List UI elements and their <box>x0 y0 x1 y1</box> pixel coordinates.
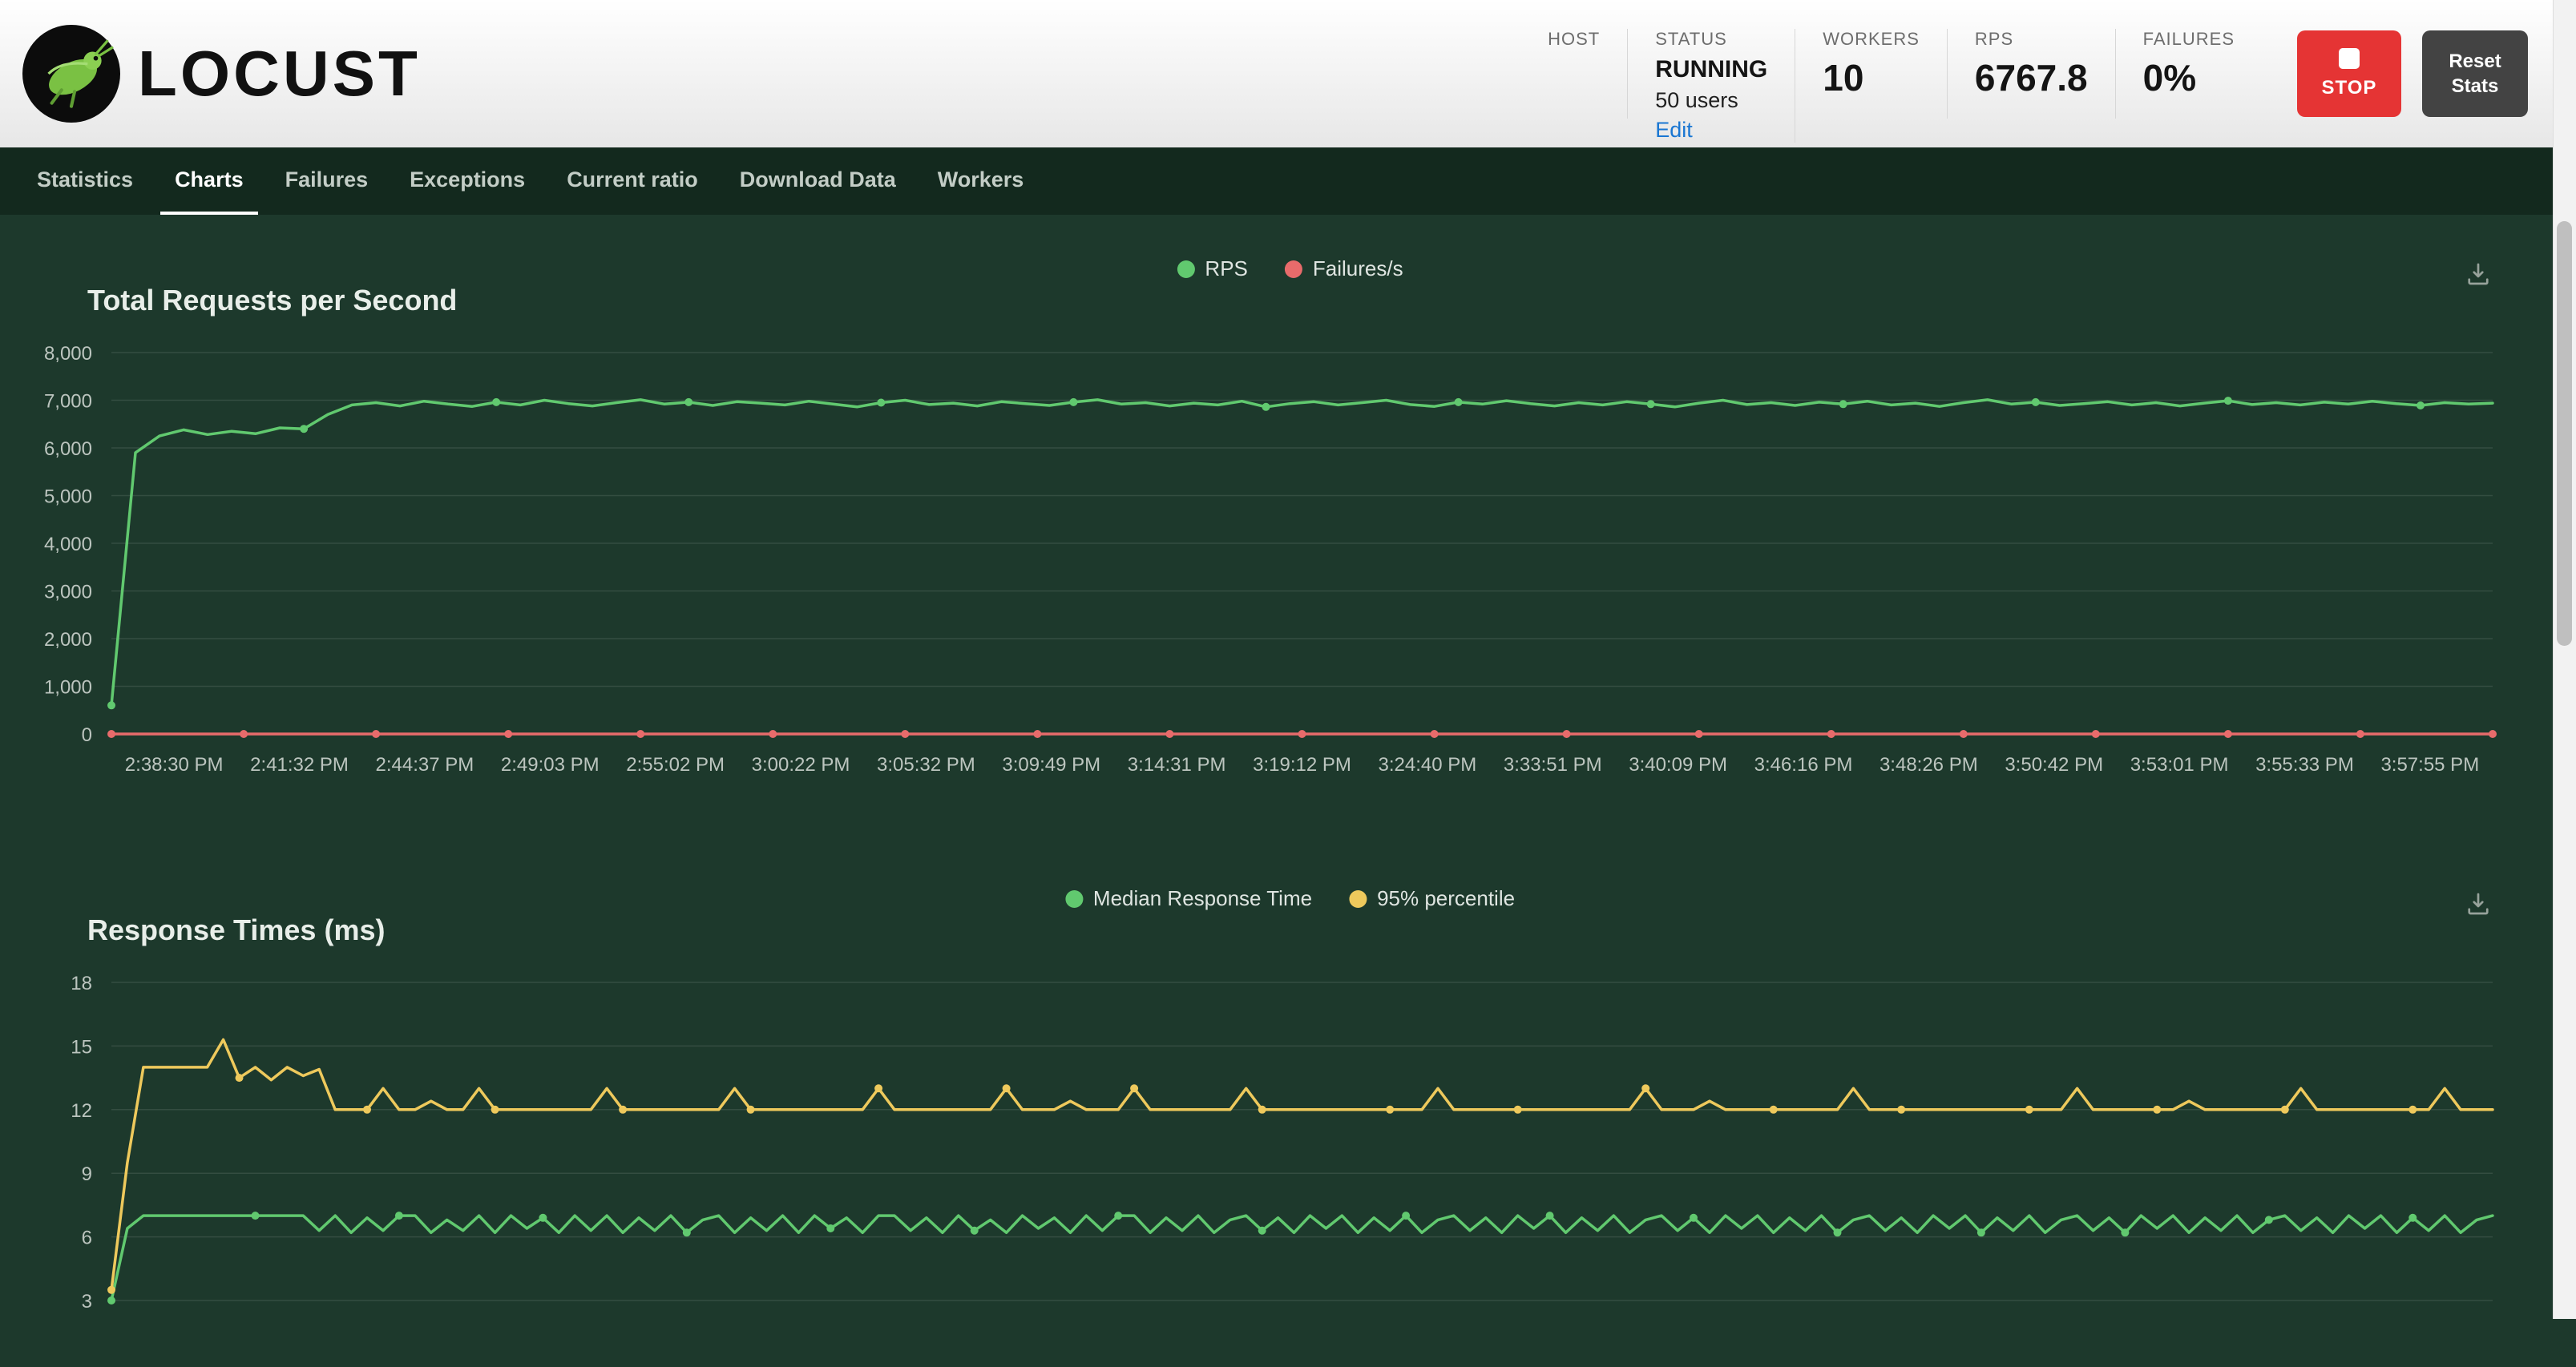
svg-text:1,000: 1,000 <box>44 677 92 699</box>
stat-host: HOST <box>1520 29 1628 119</box>
svg-text:2:55:02 PM: 2:55:02 PM <box>626 754 725 776</box>
svg-text:2:41:32 PM: 2:41:32 PM <box>250 754 349 776</box>
rps-chart-section: Total Requests per Second RPS Failures/s… <box>0 253 2576 811</box>
stat-status: STATUS RUNNING 50 users Edit <box>1628 29 1795 143</box>
svg-text:3: 3 <box>82 1291 92 1313</box>
svg-text:3:09:49 PM: 3:09:49 PM <box>1002 754 1100 776</box>
download-icon[interactable] <box>2464 889 2493 922</box>
legend-item-median[interactable]: Median Response Time <box>1065 886 1312 911</box>
svg-text:3:40:09 PM: 3:40:09 PM <box>1629 754 1727 776</box>
svg-text:3:24:40 PM: 3:24:40 PM <box>1378 754 1476 776</box>
svg-text:5,000: 5,000 <box>44 486 92 508</box>
reset-stats-button[interactable]: Reset Stats <box>2422 30 2528 117</box>
response-times-chart-section: Response Times (ms) Median Response Time… <box>0 883 2576 1367</box>
failures-value: 0% <box>2143 56 2235 99</box>
tab-exceptions[interactable]: Exceptions <box>395 147 539 215</box>
charts-page: Total Requests per Second RPS Failures/s… <box>0 215 2576 1367</box>
page-scrollbar[interactable] <box>2553 0 2576 1319</box>
nav-bar: Statistics Charts Failures Exceptions Cu… <box>0 147 2576 215</box>
svg-text:4,000: 4,000 <box>44 534 92 555</box>
rps-chart-header: Total Requests per Second RPS Failures/s <box>87 253 2493 317</box>
svg-text:15: 15 <box>71 1036 92 1058</box>
edit-users-link[interactable]: Edit <box>1655 118 1767 143</box>
svg-text:3:14:31 PM: 3:14:31 PM <box>1128 754 1226 776</box>
svg-text:3:46:16 PM: 3:46:16 PM <box>1754 754 1853 776</box>
stop-icon <box>2339 48 2360 69</box>
svg-text:3:48:26 PM: 3:48:26 PM <box>1880 754 1978 776</box>
workers-label: WORKERS <box>1823 29 1920 50</box>
svg-text:3:05:32 PM: 3:05:32 PM <box>877 754 975 776</box>
legend-item-p95[interactable]: 95% percentile <box>1349 886 1515 911</box>
svg-text:3:33:51 PM: 3:33:51 PM <box>1504 754 1602 776</box>
svg-text:2:38:30 PM: 2:38:30 PM <box>125 754 224 776</box>
svg-text:3:50:42 PM: 3:50:42 PM <box>2005 754 2103 776</box>
tab-download-data[interactable]: Download Data <box>725 147 910 215</box>
svg-text:3:53:01 PM: 3:53:01 PM <box>2130 754 2229 776</box>
svg-text:2:49:03 PM: 2:49:03 PM <box>501 754 600 776</box>
stat-rps: RPS 6767.8 <box>1948 29 2116 119</box>
tab-statistics[interactable]: Statistics <box>22 147 147 215</box>
response-chart-legend: Median Response Time 95% percentile <box>1065 886 1515 911</box>
svg-text:3:00:22 PM: 3:00:22 PM <box>752 754 850 776</box>
workers-value: 10 <box>1823 56 1920 99</box>
host-label: HOST <box>1548 29 1600 50</box>
rps-plot[interactable]: 8,000 7,000 6,000 5,000 4,000 3,000 2,000 1,000… <box>0 321 2576 811</box>
scrollbar-thumb[interactable] <box>2557 221 2572 646</box>
median-legend-dot <box>1065 890 1083 908</box>
svg-text:7,000: 7,000 <box>44 391 92 413</box>
tab-workers[interactable]: Workers <box>923 147 1039 215</box>
response-chart-title: Response Times (ms) <box>87 913 385 947</box>
svg-text:2,000: 2,000 <box>44 629 92 651</box>
legend-item-failures[interactable]: Failures/s <box>1285 256 1403 281</box>
svg-text:9: 9 <box>82 1163 92 1185</box>
svg-text:3,000: 3,000 <box>44 582 92 603</box>
svg-text:18: 18 <box>71 973 92 994</box>
rps-label: RPS <box>1975 29 2088 50</box>
stat-workers: WORKERS 10 <box>1795 29 1948 119</box>
rps-chart-legend: RPS Failures/s <box>1177 256 1403 281</box>
status-value: RUNNING <box>1655 56 1767 83</box>
download-icon[interactable] <box>2464 260 2493 292</box>
rps-legend-dot <box>1177 260 1194 278</box>
svg-text:6: 6 <box>82 1228 92 1249</box>
p95-legend-dot <box>1349 890 1367 908</box>
locust-logo[interactable]: LOCUST <box>22 25 421 123</box>
header: LOCUST HOST STATUS RUNNING 50 users Edit… <box>0 0 2576 147</box>
svg-text:3:19:12 PM: 3:19:12 PM <box>1253 754 1351 776</box>
svg-text:0: 0 <box>82 724 92 746</box>
rps-value: 6767.8 <box>1975 56 2088 99</box>
stop-button[interactable]: STOP <box>2297 30 2401 117</box>
status-users: 50 users <box>1655 88 1767 113</box>
tab-failures[interactable]: Failures <box>271 147 383 215</box>
svg-text:8,000: 8,000 <box>44 343 92 365</box>
svg-text:12: 12 <box>71 1100 92 1122</box>
failures-legend-dot <box>1285 260 1302 278</box>
status-label: STATUS <box>1655 29 1767 50</box>
locust-logo-icon <box>22 25 120 123</box>
header-actions: STOP Reset Stats <box>2297 30 2528 117</box>
stat-failures: FAILURES 0% <box>2116 29 2262 119</box>
response-plot[interactable]: 18 15 12 9 6 3 <box>0 950 2576 1367</box>
tab-current-ratio[interactable]: Current ratio <box>552 147 713 215</box>
locust-logo-text: LOCUST <box>138 37 421 111</box>
svg-text:6,000: 6,000 <box>44 438 92 460</box>
failures-label: FAILURES <box>2143 29 2235 50</box>
stop-button-label: STOP <box>2322 77 2377 99</box>
svg-text:3:55:33 PM: 3:55:33 PM <box>2255 754 2354 776</box>
tab-charts[interactable]: Charts <box>160 147 258 215</box>
svg-text:3:57:55 PM: 3:57:55 PM <box>2380 754 2479 776</box>
legend-item-rps[interactable]: RPS <box>1177 256 1247 281</box>
stats-bar: HOST STATUS RUNNING 50 users Edit WORKER… <box>1520 0 2262 147</box>
response-chart-header: Response Times (ms) Median Response Time… <box>87 883 2493 947</box>
rps-chart-title: Total Requests per Second <box>87 284 457 317</box>
svg-text:2:44:37 PM: 2:44:37 PM <box>376 754 474 776</box>
